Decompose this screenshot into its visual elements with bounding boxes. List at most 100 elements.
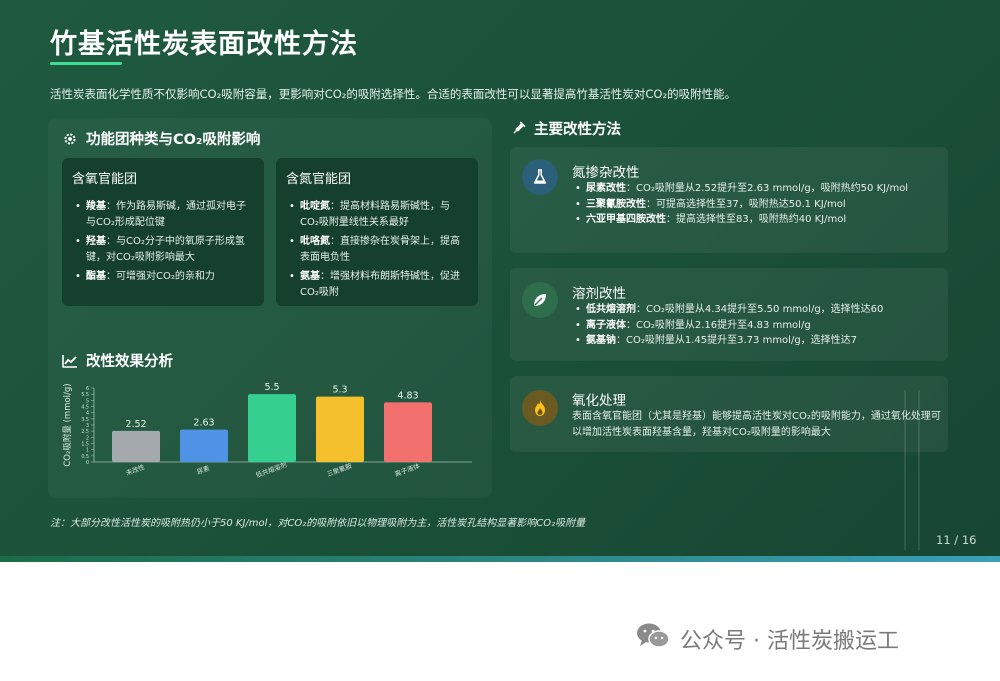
item-desc: ：增强材料布朗斯特碱性，促进CO₂吸附 [300,271,460,298]
watermark-text: 公众号 · 活性炭搬运工 [680,629,899,654]
list-item: 酯基：可增强对CO₂的亲和力 [72,269,254,285]
y-tick-label: 2.5 [81,429,89,435]
item-term: 三聚氰胺改性 [586,198,646,210]
bar-value-label: 2.52 [125,419,146,430]
list-item: 羧基：作为路易斯碱，通过孤对电子与CO₂形成配位键 [72,199,254,230]
oxygen-groups-card: 含氧官能团 羧基：作为路易斯碱，通过孤对电子与CO₂形成配位键 羟基：与CO₂分… [62,158,264,306]
item-term: 羧基 [86,201,106,212]
effect-analysis-heading: 改性效果分析 [62,350,173,371]
nitrogen-doping-card: 氮掺杂改性 尿素改性：CO₂吸附量从2.52提升至2.63 mmol/g，吸附热… [510,147,948,253]
nitrogen-doping-list: 尿素改性：CO₂吸附量从2.52提升至2.63 mmol/g，吸附热约50 KJ… [572,181,940,228]
bar-value-label: 5.5 [264,382,279,393]
item-desc: ：CO₂吸附量从2.16提升至4.83 mmol/g [626,319,811,331]
item-desc: ：提高选择性至83，吸附热约40 KJ/mol [666,214,847,225]
y-tick-label: 3.5 [81,417,89,423]
wechat-icon [636,622,670,656]
item-term: 羟基 [86,236,106,247]
slide: 竹基活性炭表面改性方法 活性炭表面化学性质不仅影响CO₂吸附容量，更影响对CO₂… [0,0,1000,562]
item-desc: ：与CO₂分子中的氧原子形成氢键，对CO₂吸附影响最大 [86,236,245,263]
item-desc: ：CO₂吸附量从4.34提升至5.50 mmol/g，选择性达60 [636,304,884,315]
item-term: 氨基钠 [586,335,616,346]
item-term: 氨基 [300,271,320,282]
bar-value-label: 4.83 [397,390,418,401]
page-number: 11 / 16 [936,533,977,547]
functional-groups-heading: 功能团种类与CO₂吸附影响 [62,128,260,149]
adsorption-bar-chart: CO₂吸附量 (mmol/g) 00.511.522.533.544.555.56… [62,382,472,480]
functional-groups-heading-text: 功能团种类与CO₂吸附影响 [86,132,261,148]
y-tick-label: 1 [86,448,89,454]
oxidation-card: 氧化处理 表面含氧官能团（尤其是羟基）能够提高活性炭对CO₂的吸附能力，通过氧化… [510,376,948,452]
line-chart-icon [62,353,78,369]
list-item: 氨基钠：CO₂吸附量从1.45提升至3.73 mmol/g，选择性达7 [572,333,940,349]
solvent-title: 溶剂改性 [572,286,626,302]
y-tick-label: 0 [86,460,89,466]
y-tick-label: 4 [86,411,89,417]
solvent-list: 低共熔溶剂：CO₂吸附量从4.34提升至5.50 mmol/g，选择性达60 离… [572,302,940,349]
list-item: 低共熔溶剂：CO₂吸附量从4.34提升至5.50 mmol/g，选择性达60 [572,302,940,318]
gear-icon [62,131,78,147]
flask-icon [522,159,558,195]
list-item: 吡咯氮：直接掺杂在炭骨架上，提高表面电负性 [286,234,468,265]
x-tick-label: 低共熔溶剂 [254,460,288,480]
item-desc: ：可增强对CO₂的亲和力 [106,271,215,282]
title-underline [50,62,122,65]
bar [384,402,432,462]
bottom-strip [0,556,1000,562]
item-desc: ：可提高选择性至37，吸附热达50.1 KJ/mol [646,198,846,210]
item-term: 离子液体 [586,319,626,331]
leaf-icon [522,282,558,318]
item-term: 低共熔溶剂 [586,304,636,315]
item-desc: ：作为路易斯碱，通过孤对电子与CO₂形成配位键 [86,201,246,228]
y-tick-label: 5.5 [81,392,89,398]
list-item: 吡啶氮：提高材料路易斯碱性，与CO₂吸附量线性关系最好 [286,199,468,230]
oxidation-title: 氧化处理 [572,393,626,409]
item-term: 尿素改性 [586,183,626,194]
y-tick-label: 3 [86,423,89,429]
y-tick-label: 2 [86,435,89,441]
x-tick-label: 未改性 [124,462,146,477]
y-tick-label: 6 [86,386,89,392]
effect-analysis-heading-text: 改性效果分析 [86,354,173,370]
item-term: 吡咯氮 [300,236,330,247]
oxygen-groups-list: 羧基：作为路易斯碱，通过孤对电子与CO₂形成配位键 羟基：与CO₂分子中的氧原子… [72,199,254,285]
item-term: 六亚甲基四胺改性 [586,214,666,225]
flame-icon [522,390,558,426]
bar-value-label: 2.63 [193,418,214,429]
methods-heading-text: 主要改性方法 [534,122,621,138]
item-desc: ：CO₂吸附量从1.45提升至3.73 mmol/g，选择性达7 [616,335,858,346]
y-tick-label: 0.5 [81,454,89,460]
nitrogen-groups-list: 吡啶氮：提高材料路易斯碱性，与CO₂吸附量线性关系最好 吡咯氮：直接掺杂在炭骨架… [286,199,468,300]
item-term: 酯基 [86,271,106,282]
bar [248,394,296,462]
watermark: 公众号 · 活性炭搬运工 [636,622,899,656]
y-tick-label: 5 [86,398,89,404]
nitrogen-groups-title: 含氮官能团 [286,172,352,187]
item-desc: ：CO₂吸附量从2.52提升至2.63 mmol/g，吸附热约50 KJ/mol [626,183,909,194]
bar [112,430,160,462]
solvent-card: 溶剂改性 低共熔溶剂：CO₂吸附量从4.34提升至5.50 mmol/g，选择性… [510,268,948,361]
x-tick-label: 尿素 [195,463,211,476]
list-item: 离子液体：CO₂吸附量从2.16提升至4.83 mmol/g [572,318,940,334]
intro-text: 活性炭表面化学性质不仅影响CO₂吸附容量，更影响对CO₂的吸附选择性。合适的表面… [50,87,737,101]
nitrogen-doping-title: 氮掺杂改性 [572,165,640,181]
list-item: 三聚氰胺改性：可提高选择性至37，吸附热达50.1 KJ/mol [572,197,940,213]
page-title: 竹基活性炭表面改性方法 [50,29,358,60]
y-axis-label: CO₂吸附量 (mmol/g) [62,383,73,466]
list-item: 氨基：增强材料布朗斯特碱性，促进CO₂吸附 [286,269,468,300]
footnote: 注：大部分改性活性炭的吸附热仍小于50 KJ/mol，对CO₂的吸附依旧以物理吸… [50,518,586,529]
methods-heading: 主要改性方法 [510,118,621,139]
list-item: 尿素改性：CO₂吸附量从2.52提升至2.63 mmol/g，吸附热约50 KJ… [572,181,940,197]
bar [180,429,228,462]
nitrogen-groups-card: 含氮官能团 吡啶氮：提高材料路易斯碱性，与CO₂吸附量线性关系最好 吡咯氮：直接… [276,158,478,306]
y-tick-label: 1.5 [81,442,89,448]
x-tick-label: 离子液体 [393,461,421,479]
bar-value-label: 5.3 [332,385,347,396]
oxidation-text: 表面含氧官能团（尤其是羟基）能够提高活性炭对CO₂的吸附能力，通过氧化处理可以增… [572,411,941,438]
y-tick-label: 4.5 [81,405,89,411]
item-term: 吡啶氮 [300,201,330,212]
list-item: 六亚甲基四胺改性：提高选择性至83，吸附热约40 KJ/mol [572,212,940,228]
list-item: 羟基：与CO₂分子中的氧原子形成氢键，对CO₂吸附影响最大 [72,234,254,265]
syringe-icon [510,121,526,137]
bar [316,396,364,462]
oxygen-groups-title: 含氧官能团 [72,172,138,187]
